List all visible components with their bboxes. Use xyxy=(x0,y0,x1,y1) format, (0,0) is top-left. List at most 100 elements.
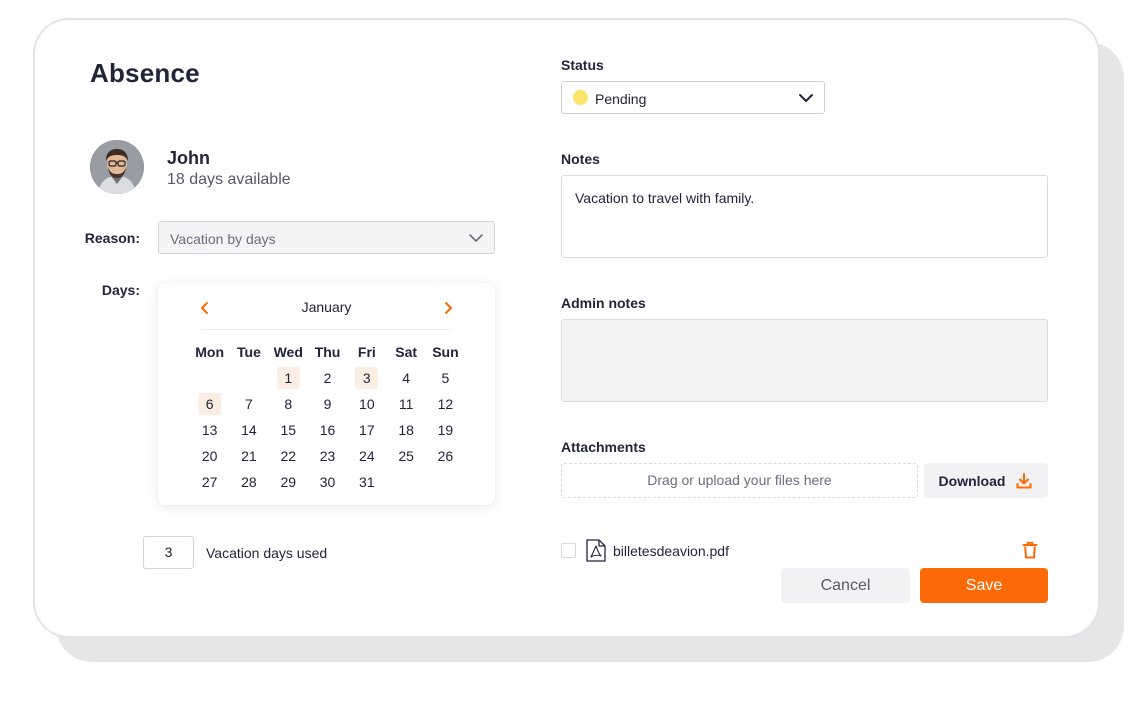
calendar-day[interactable]: 9 xyxy=(308,393,347,415)
calendar-day-number: 29 xyxy=(280,474,297,490)
admin-notes-textarea[interactable] xyxy=(561,319,1048,402)
calendar-day-number: 19 xyxy=(437,422,454,438)
reason-label: Reason: xyxy=(84,230,140,246)
pdf-file-icon xyxy=(586,539,606,562)
user-name: John xyxy=(167,148,210,168)
calendar-day[interactable]: 23 xyxy=(308,445,347,467)
calendar-grid: Mon Tue Wed Thu Fri Sat Sun 1 2 3 4 5 6 7 8 9 10 1… xyxy=(190,341,465,495)
calendar-day-number: 28 xyxy=(241,474,257,490)
file-drop-zone[interactable]: Drag or upload your files here xyxy=(561,463,918,498)
calendar-day[interactable]: 3 xyxy=(347,367,386,389)
weekday-header: Mon xyxy=(195,344,225,360)
calendar-day[interactable]: 29 xyxy=(269,471,308,493)
calendar-day-number: 11 xyxy=(398,396,414,412)
reason-select[interactable]: Vacation by days xyxy=(158,221,495,254)
status-select-value: Pending xyxy=(595,91,647,107)
calendar-day[interactable]: 27 xyxy=(190,471,229,493)
calendar-day-number: 4 xyxy=(402,370,411,386)
calendar-day-number: 20 xyxy=(201,448,218,464)
attachment-file-name: billetesdeavion.pdf xyxy=(613,543,729,559)
avatar-image xyxy=(90,140,144,194)
calendar: January Mon Tue Wed Thu Fri Sat Sun 1234… xyxy=(158,283,495,505)
notes-label: Notes xyxy=(561,151,600,167)
chevron-down-icon xyxy=(469,234,483,242)
calendar-day-number: 21 xyxy=(241,448,257,464)
calendar-day[interactable]: 12 xyxy=(426,393,465,415)
chevron-down-icon xyxy=(799,94,813,102)
calendar-day[interactable]: 26 xyxy=(426,445,465,467)
calendar-day[interactable]: 11 xyxy=(386,393,425,415)
calendar-day[interactable]: 31 xyxy=(347,471,386,493)
calendar-day[interactable]: 24 xyxy=(347,445,386,467)
calendar-day[interactable]: 21 xyxy=(229,445,268,467)
calendar-day-number: 7 xyxy=(245,396,253,412)
calendar-day[interactable]: 6 xyxy=(190,393,229,415)
calendar-day[interactable]: 28 xyxy=(229,471,268,493)
chevron-right-icon[interactable] xyxy=(441,301,455,315)
calendar-day[interactable]: 19 xyxy=(426,419,465,441)
calendar-day[interactable]: 8 xyxy=(269,393,308,415)
calendar-day[interactable]: 20 xyxy=(190,445,229,467)
vacation-days-used-label: Vacation days used xyxy=(206,545,328,561)
absence-card: Absence John 18 days available Reason: V… xyxy=(33,18,1100,638)
calendar-week-row: 27 28 29 30 31 xyxy=(190,469,465,495)
file-checkbox[interactable] xyxy=(561,543,576,558)
calendar-weekday-row: Mon Tue Wed Thu Fri Sat Sun xyxy=(190,341,465,363)
calendar-day-number: 26 xyxy=(437,448,454,464)
calendar-day[interactable]: 22 xyxy=(269,445,308,467)
status-select[interactable]: Pending xyxy=(561,81,825,114)
notes-textarea[interactable]: Vacation to travel with family. xyxy=(561,175,1048,258)
download-button[interactable]: Download xyxy=(924,463,1048,498)
chevron-left-icon[interactable] xyxy=(198,301,212,315)
calendar-day[interactable]: 1 xyxy=(269,367,308,389)
days-label: Days: xyxy=(101,282,140,298)
attachments-label: Attachments xyxy=(561,439,646,455)
cancel-button[interactable]: Cancel xyxy=(781,568,910,603)
calendar-day-number: 22 xyxy=(280,448,297,464)
calendar-day[interactable]: 25 xyxy=(386,445,425,467)
page-title: Absence xyxy=(90,58,200,88)
calendar-day-number: 6 xyxy=(198,393,222,415)
avatar xyxy=(90,140,144,194)
calendar-day-number: 1 xyxy=(276,367,300,389)
calendar-day-number: 31 xyxy=(359,474,375,490)
calendar-day-number: 17 xyxy=(359,422,375,438)
calendar-day-number: 12 xyxy=(437,396,454,412)
weekday-header: Fri xyxy=(357,344,376,360)
calendar-day[interactable]: 30 xyxy=(308,471,347,493)
vacation-days-used-input[interactable]: 3 xyxy=(143,536,194,569)
calendar-day[interactable]: 2 xyxy=(308,367,347,389)
weekday-header: Thu xyxy=(314,344,341,360)
calendar-day-number: 18 xyxy=(398,422,414,438)
trash-icon[interactable] xyxy=(1022,541,1038,559)
calendar-day-number: 8 xyxy=(284,396,293,412)
calendar-day[interactable]: 14 xyxy=(229,419,268,441)
user-days-available: 18 days available xyxy=(167,171,291,188)
save-button[interactable]: Save xyxy=(920,568,1048,603)
calendar-day[interactable]: 17 xyxy=(347,419,386,441)
calendar-day-number: 15 xyxy=(280,422,297,438)
calendar-day[interactable]: 10 xyxy=(347,393,386,415)
calendar-day[interactable]: 15 xyxy=(269,419,308,441)
download-icon xyxy=(1016,472,1032,488)
calendar-day-number: 10 xyxy=(359,396,375,412)
calendar-day-number: 5 xyxy=(441,370,450,386)
calendar-day-number: 2 xyxy=(323,370,332,386)
weekday-header: Sat xyxy=(395,344,418,360)
calendar-day-number: 9 xyxy=(323,396,332,412)
calendar-day[interactable]: 18 xyxy=(386,419,425,441)
calendar-day[interactable]: 16 xyxy=(308,419,347,441)
reason-select-value: Vacation by days xyxy=(170,231,276,247)
calendar-day[interactable]: 5 xyxy=(426,367,465,389)
calendar-day-number: 27 xyxy=(201,474,218,490)
weekday-header: Wed xyxy=(273,344,303,360)
admin-notes-label: Admin notes xyxy=(561,295,646,311)
calendar-day-number: 23 xyxy=(319,448,336,464)
calendar-day[interactable]: 7 xyxy=(229,393,268,415)
status-label: Status xyxy=(561,57,604,73)
calendar-day[interactable]: 4 xyxy=(386,367,425,389)
status-dot-icon xyxy=(573,90,588,105)
calendar-day-number: 24 xyxy=(359,448,375,464)
calendar-day[interactable]: 13 xyxy=(190,419,229,441)
calendar-week-row: 20 21 22 23 24 25 26 xyxy=(190,443,465,469)
